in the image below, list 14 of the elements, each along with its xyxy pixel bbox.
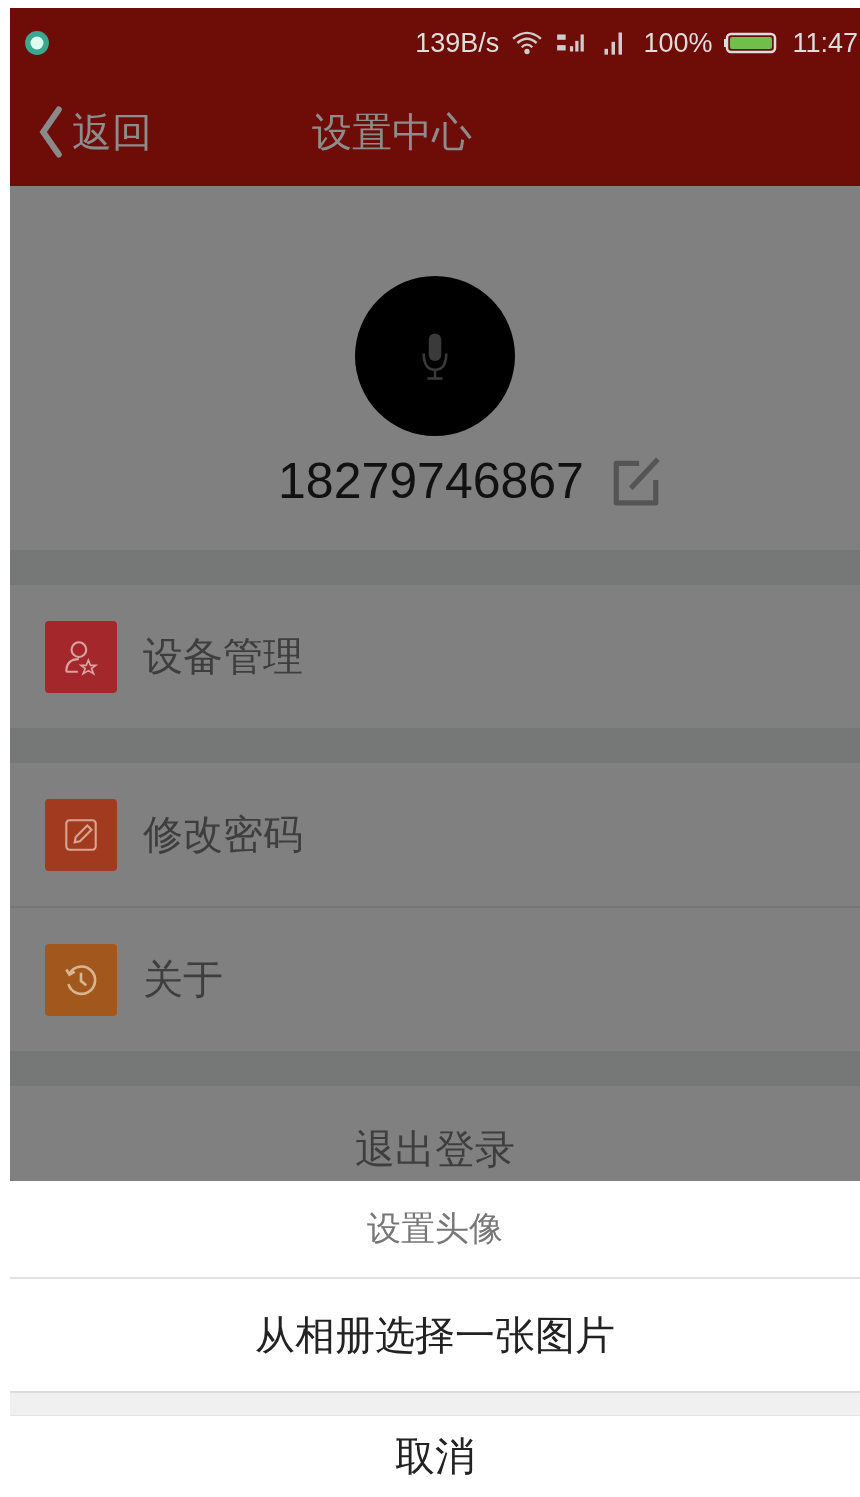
- menu-item[interactable]: 修改密码: [10, 763, 860, 906]
- phone-number: 18279746867: [278, 452, 584, 510]
- page-title: 设置中心: [312, 107, 472, 157]
- logout-button[interactable]: 退出登录: [10, 1086, 860, 1181]
- app-notification-icon: [24, 30, 50, 56]
- wifi-icon: [511, 29, 544, 57]
- menu-item[interactable]: 关于: [10, 908, 860, 1051]
- battery-percent: 100%: [643, 27, 713, 59]
- status-time: 11:47: [792, 27, 858, 59]
- network-speed: 139B/s: [415, 27, 500, 59]
- menu-item[interactable]: 设备管理: [10, 585, 860, 728]
- microphone-icon: [420, 331, 450, 381]
- chevron-left-icon: [38, 104, 64, 160]
- back-button[interactable]: 返回: [10, 104, 152, 160]
